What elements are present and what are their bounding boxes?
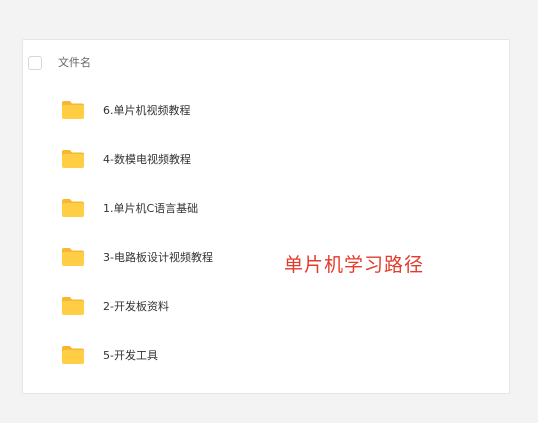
overlay-caption: 单片机学习路径 — [284, 254, 425, 276]
file-list-panel: 文件名 6.单片机视频教程 4-数模电视频教程 1.单片机C语言基础 3-电路板… — [22, 39, 510, 394]
file-name: 5-开发工具 — [103, 349, 158, 362]
file-row[interactable]: 3-电路板设计视频教程 — [23, 235, 509, 284]
file-name: 3-电路板设计视频教程 — [103, 251, 213, 264]
file-row[interactable]: 6.单片机视频教程 — [23, 88, 509, 137]
select-all-checkbox[interactable] — [28, 56, 42, 70]
file-list-header: 文件名 — [23, 40, 509, 84]
folder-icon — [62, 199, 84, 217]
file-row[interactable]: 1.单片机C语言基础 — [23, 186, 509, 235]
folder-icon — [62, 248, 84, 266]
file-row[interactable]: 4-数模电视频教程 — [23, 137, 509, 186]
column-header-filename: 文件名 — [58, 56, 91, 69]
folder-icon — [62, 346, 84, 364]
file-name: 6.单片机视频教程 — [103, 104, 191, 117]
folder-icon — [62, 101, 84, 119]
file-rows: 6.单片机视频教程 4-数模电视频教程 1.单片机C语言基础 3-电路板设计视频… — [23, 88, 509, 382]
file-name: 2-开发板资料 — [103, 300, 169, 313]
file-name: 1.单片机C语言基础 — [103, 202, 199, 215]
folder-icon — [62, 150, 84, 168]
file-row[interactable]: 5-开发工具 — [23, 333, 509, 382]
file-name: 4-数模电视频教程 — [103, 153, 191, 166]
file-row[interactable]: 2-开发板资料 — [23, 284, 509, 333]
folder-icon — [62, 297, 84, 315]
